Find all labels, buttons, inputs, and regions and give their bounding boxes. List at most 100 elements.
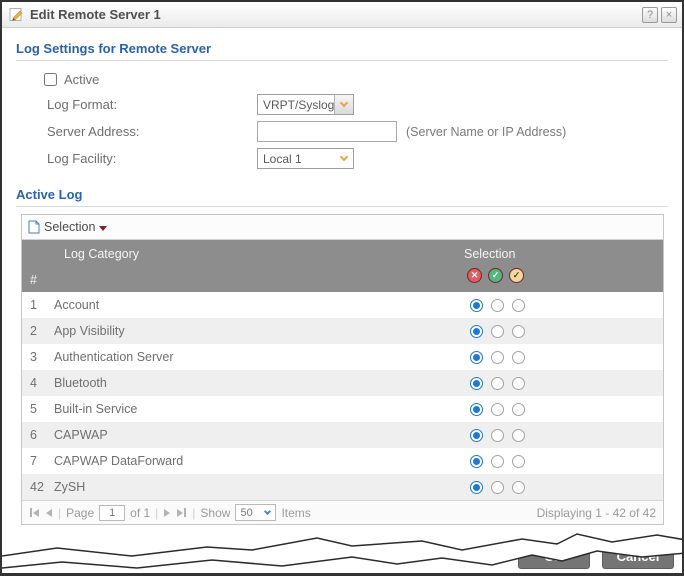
separator: | — [58, 506, 61, 520]
radio-disable[interactable] — [470, 429, 483, 442]
enable-debug-all-icon[interactable]: ✓ — [509, 268, 524, 283]
log-format-select[interactable]: VRPT/Syslog — [257, 94, 354, 115]
table-row: 7 CAPWAP DataForward — [22, 448, 663, 474]
row-number: 5 — [22, 402, 54, 416]
table-row: 3 Authentication Server — [22, 344, 663, 370]
cancel-button[interactable]: Cancel — [602, 543, 674, 569]
show-label: Show — [200, 506, 230, 520]
row-category: CAPWAP DataForward — [54, 454, 663, 468]
edit-remote-server-dialog: Edit Remote Server 1 ? × Log Settings fo… — [0, 0, 684, 576]
table-row: 1 Account — [22, 292, 663, 318]
row-number: 4 — [22, 376, 54, 390]
edit-pencil-icon — [9, 7, 24, 22]
row-category: ZySH — [54, 480, 663, 494]
row-number: 6 — [22, 428, 54, 442]
table-row: 2 App Visibility — [22, 318, 663, 344]
ok-button[interactable]: OK — [518, 543, 590, 569]
radio-debug-log[interactable] — [512, 351, 525, 364]
row-category: CAPWAP — [54, 428, 663, 442]
category-column-header: Log Category — [64, 247, 139, 261]
log-settings-section-title: Log Settings for Remote Server — [16, 41, 668, 56]
row-category: Account — [54, 298, 663, 312]
page-icon — [28, 220, 40, 234]
row-number: 1 — [22, 298, 54, 312]
radio-disable[interactable] — [470, 481, 483, 494]
chevron-down-icon — [340, 98, 348, 106]
row-category: App Visibility — [54, 324, 663, 338]
enable-normal-all-icon[interactable]: ✓ — [488, 268, 503, 283]
show-count-value: 50 — [236, 507, 262, 519]
active-log-section-title: Active Log — [16, 187, 668, 202]
caret-down-icon — [99, 226, 107, 231]
radio-debug-log[interactable] — [512, 377, 525, 390]
selection-menu-button[interactable]: Selection — [28, 220, 107, 234]
radio-debug-log[interactable] — [512, 403, 525, 416]
table-rows: 1 Account 2 App Visibility 3 — [22, 292, 663, 500]
radio-normal-log[interactable] — [491, 299, 504, 312]
row-number: 3 — [22, 350, 54, 364]
section-divider — [16, 60, 668, 61]
radio-normal-log[interactable] — [491, 325, 504, 338]
radio-normal-log[interactable] — [491, 429, 504, 442]
table-header: Log Category # Selection ✕ ✓ ✓ — [22, 240, 663, 292]
dropdown-button[interactable] — [334, 149, 353, 168]
row-category: Authentication Server — [54, 350, 663, 364]
table-toolbar: Selection — [22, 215, 663, 240]
radio-normal-log[interactable] — [491, 403, 504, 416]
radio-disable[interactable] — [470, 351, 483, 364]
help-button[interactable]: ? — [642, 7, 658, 23]
row-number: 2 — [22, 324, 54, 338]
last-page-button[interactable] — [176, 508, 187, 517]
active-checkbox[interactable] — [44, 73, 57, 86]
row-number: 42 — [22, 480, 54, 494]
active-label: Active — [64, 72, 99, 87]
show-count-select[interactable]: 50 — [235, 504, 276, 521]
dropdown-button[interactable] — [334, 95, 353, 114]
page-number-input[interactable] — [99, 505, 125, 521]
radio-disable[interactable] — [470, 403, 483, 416]
pagination-bar: | Page of 1 | | Show 50 Items Displaying… — [22, 500, 663, 524]
table-row: 6 CAPWAP — [22, 422, 663, 448]
radio-debug-log[interactable] — [512, 299, 525, 312]
row-category: Built-in Service — [54, 402, 663, 416]
log-format-label: Log Format: — [47, 97, 257, 112]
dialog-title: Edit Remote Server 1 — [30, 7, 161, 22]
chevron-down-icon — [339, 152, 347, 160]
radio-normal-log[interactable] — [491, 377, 504, 390]
disable-all-icon[interactable]: ✕ — [467, 268, 482, 283]
radio-disable[interactable] — [470, 455, 483, 468]
first-page-button[interactable] — [29, 508, 40, 517]
selection-menu-label: Selection — [44, 220, 95, 234]
radio-debug-log[interactable] — [512, 429, 525, 442]
log-facility-label: Log Facility: — [47, 151, 257, 166]
prev-page-button[interactable] — [45, 509, 53, 517]
radio-debug-log[interactable] — [512, 455, 525, 468]
log-facility-select[interactable]: Local 1 — [257, 148, 354, 169]
server-address-input[interactable] — [257, 121, 397, 142]
page-of-label: of 1 — [130, 506, 150, 520]
log-format-value: VRPT/Syslog — [258, 95, 334, 114]
log-facility-value: Local 1 — [258, 149, 334, 168]
radio-debug-log[interactable] — [512, 325, 525, 338]
radio-disable[interactable] — [470, 325, 483, 338]
table-row: 42 ZySH — [22, 474, 663, 500]
row-category: Bluetooth — [54, 376, 663, 390]
server-address-hint: (Server Name or IP Address) — [406, 125, 566, 139]
active-log-table: Selection Log Category # Selection ✕ ✓ ✓… — [21, 214, 664, 525]
table-row: 5 Built-in Service — [22, 396, 663, 422]
row-number: 7 — [22, 454, 54, 468]
next-page-button[interactable] — [163, 509, 171, 517]
number-column-header: # — [30, 273, 37, 287]
close-button[interactable]: × — [661, 7, 677, 23]
table-row: 4 Bluetooth — [22, 370, 663, 396]
selection-column-header: Selection — [464, 247, 515, 261]
displaying-status: Displaying 1 - 42 of 42 — [537, 506, 656, 520]
radio-disable[interactable] — [470, 377, 483, 390]
radio-normal-log[interactable] — [491, 351, 504, 364]
items-label: Items — [281, 506, 310, 520]
radio-disable[interactable] — [470, 299, 483, 312]
radio-normal-log[interactable] — [491, 481, 504, 494]
separator: | — [155, 506, 158, 520]
radio-debug-log[interactable] — [512, 481, 525, 494]
radio-normal-log[interactable] — [491, 455, 504, 468]
